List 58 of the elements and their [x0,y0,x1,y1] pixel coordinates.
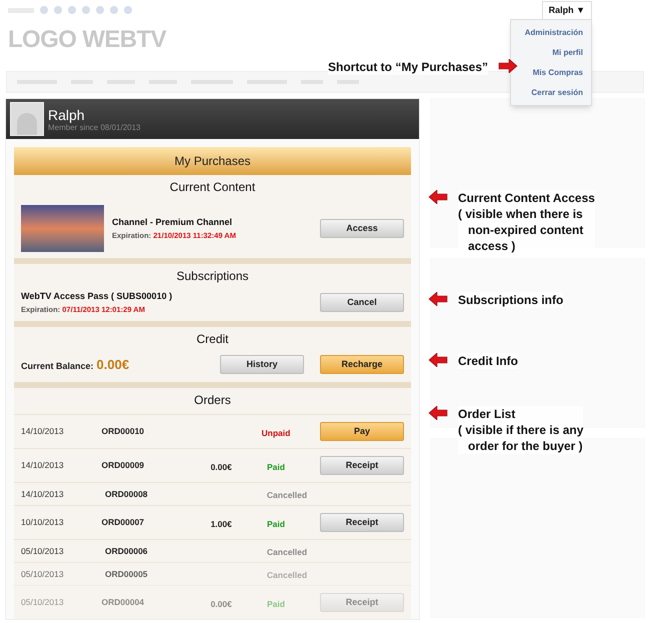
action-button[interactable]: Receipt [320,513,404,532]
avatar-placeholder [10,102,44,136]
section-title: Credit [195,330,230,348]
annotation-text: Shortcut to “My Purchases” [328,59,488,75]
order-date: 05/10/2013 [21,544,65,558]
menu-item[interactable]: Cerrar sesión [531,83,583,102]
order-id: ORD00006 [105,544,149,558]
action-button[interactable]: History [220,355,304,374]
arrow-left-icon [428,406,448,420]
menu-item[interactable]: Administración [524,23,583,42]
action-button[interactable]: Receipt [320,456,404,476]
action-button[interactable]: Access [320,219,404,238]
section-title: Orders [193,392,232,410]
member-since: Member since 08/01/2013 [48,122,140,132]
primary-button[interactable]: Recharge [320,355,404,374]
annotation-text: Credit Info [458,353,518,369]
order-date: 05/10/2013 [21,596,65,610]
menu-item[interactable]: Mi perfil [552,43,583,62]
order-status: Unpaid [262,428,290,438]
order-date: 05/10/2013 [21,568,65,581]
balance-amount: 0.00€ [96,356,130,374]
order-status: Paid [266,598,285,609]
order-id: ORD00008 [105,488,149,501]
arrow-left-icon [428,353,448,367]
arrow-left-icon [428,190,448,204]
purchases-header: My Purchases [14,147,411,175]
menu-item[interactable]: Mis Compras [532,63,583,82]
annotation-text: Current Content Access ( visible when there is non-expired content access ) [458,190,595,254]
order-date: 14/10/2013 [21,425,65,438]
order-id: ORD00007 [102,516,146,530]
order-status: Cancelled [266,490,308,500]
action-button[interactable]: Cancel [320,292,404,312]
order-id: ORD00010 [102,425,146,438]
order-date: 14/10/2013 [21,459,65,472]
order-id: ORD00005 [105,568,149,581]
section-title: Subscriptions [175,268,250,285]
annotation-text: Order List ( visible if there is any order for the buyer ) [458,406,584,454]
order-date: 10/10/2013 [21,516,65,530]
user-menu-button[interactable]: Ralph ▼ [542,1,592,19]
order-amount: 1.00€ [210,518,232,529]
section-title: Current Content [168,179,256,196]
order-status: Cancelled [266,547,308,558]
arrow-right-icon [498,59,518,73]
content-title: Channel - Premium Channel [112,216,234,230]
order-status: Cancelled [266,570,308,580]
order-id: ORD00004 [102,596,146,610]
order-date: 14/10/2013 [21,488,65,501]
arrow-left-icon [428,292,448,306]
order-status: Paid [266,462,285,472]
primary-button[interactable]: Pay [320,422,404,442]
annotation-text: Subscriptions info [458,292,564,308]
order-id: ORD00009 [102,459,146,472]
subscription-title: WebTV Access Pass ( SUBS00010 ) [21,290,174,303]
order-amount: 0.00€ [210,598,232,609]
user-name: Ralph [48,106,86,122]
balance-label: Current Balance: [21,360,94,373]
order-amount: 0.00€ [210,462,232,472]
order-status: Paid [266,518,285,529]
